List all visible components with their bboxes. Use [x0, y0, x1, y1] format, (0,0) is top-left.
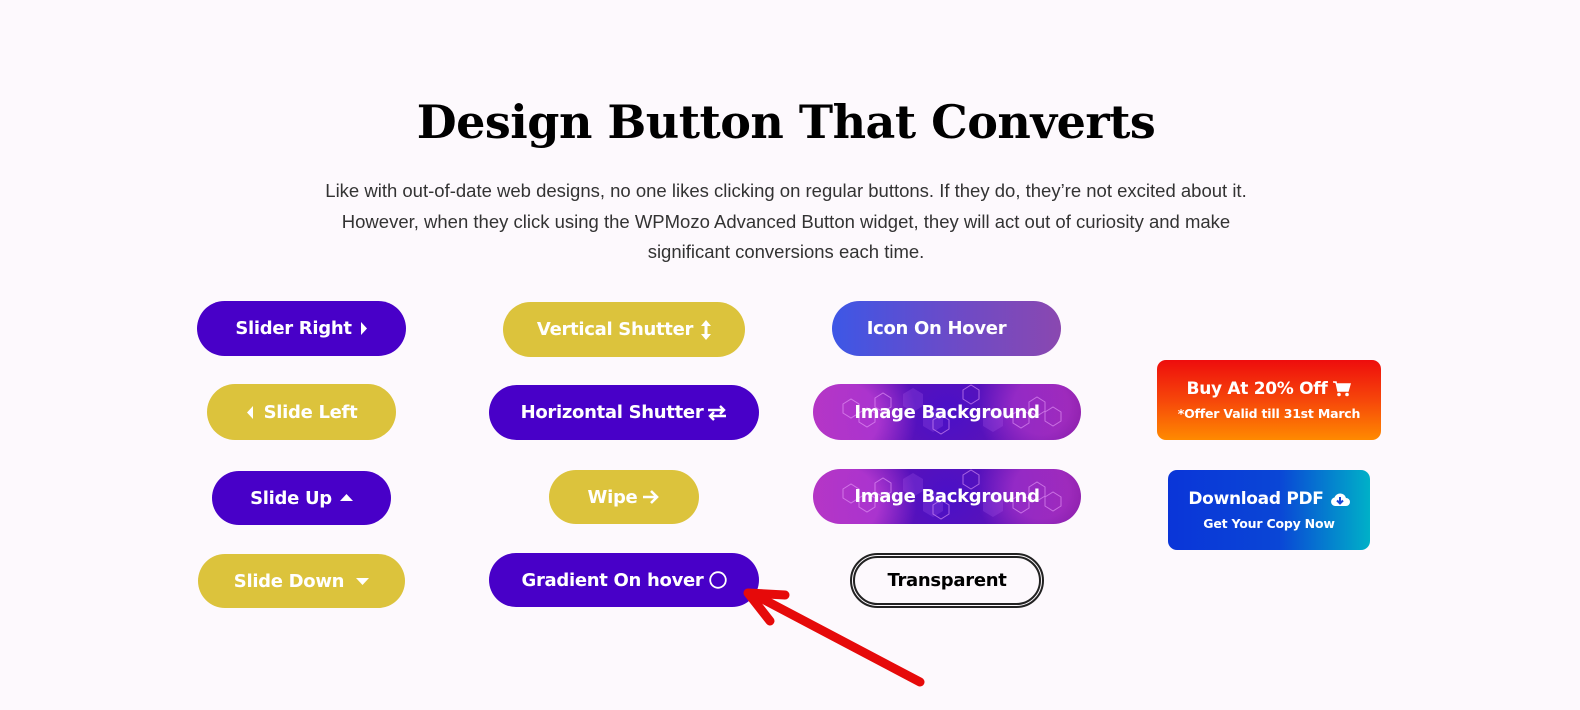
button-label: Gradient On hover	[521, 569, 704, 591]
buy-main-line: Buy At 20% Off	[1187, 379, 1352, 399]
caret-left-icon	[246, 405, 254, 419]
image-background-button-2[interactable]: Image Background	[813, 469, 1081, 524]
caret-right-icon	[360, 322, 368, 335]
button-label: Download PDF	[1188, 489, 1324, 509]
wipe-button[interactable]: Wipe	[549, 470, 699, 524]
button-label: Icon On Hover	[866, 318, 1007, 339]
download-main-line: Download PDF	[1188, 489, 1350, 509]
slider-right-button[interactable]: Slider Right	[197, 301, 406, 356]
button-label: Transparent	[887, 570, 1007, 591]
exchange-arrows-icon	[707, 404, 727, 421]
button-label: Image Background	[854, 401, 1040, 423]
download-pdf-button[interactable]: Download PDF Get Your Copy Now	[1168, 470, 1370, 550]
arrows-vertical-icon	[701, 319, 712, 340]
button-label: Slide Up	[250, 487, 332, 509]
button-label: Slider Right	[235, 318, 352, 339]
buy-sublabel: *Offer Valid till 31st March	[1177, 406, 1361, 421]
button-label: Image Background	[854, 486, 1040, 507]
slide-left-button[interactable]: Slide Left	[207, 384, 396, 440]
image-background-button-1[interactable]: Image Background	[813, 384, 1081, 440]
section-description: Like with out-of-date web designs, no on…	[325, 180, 1247, 262]
button-label: Vertical Shutter	[536, 319, 694, 340]
section-title: Design Button That Converts	[416, 95, 1156, 149]
horizontal-shutter-button[interactable]: Horizontal Shutter	[489, 385, 759, 440]
vertical-shutter-button[interactable]: Vertical Shutter	[503, 302, 745, 357]
button-label: Wipe	[587, 486, 638, 508]
circle-icon	[708, 571, 727, 589]
transparent-button[interactable]: Transparent	[850, 553, 1044, 608]
caret-down-icon	[356, 577, 370, 585]
icon-on-hover-button[interactable]: Icon On Hover	[832, 301, 1061, 356]
arrow-right-icon	[642, 489, 660, 505]
button-label: Slide Down	[233, 570, 345, 592]
slide-down-button[interactable]: Slide Down	[198, 554, 405, 608]
buy-discount-button[interactable]: Buy At 20% Off *Offer Valid till 31st Ma…	[1157, 360, 1381, 440]
gradient-on-hover-button[interactable]: Gradient On hover	[489, 553, 759, 607]
download-sublabel: Get Your Copy Now	[1203, 516, 1335, 531]
button-label: Horizontal Shutter	[520, 402, 704, 423]
button-label: Buy At 20% Off	[1186, 379, 1328, 399]
cloud-download-icon	[1330, 492, 1350, 507]
button-label: Slide Left	[263, 401, 358, 423]
caret-up-icon	[339, 494, 353, 502]
cart-icon	[1333, 381, 1352, 397]
slide-up-button[interactable]: Slide Up	[212, 471, 391, 525]
